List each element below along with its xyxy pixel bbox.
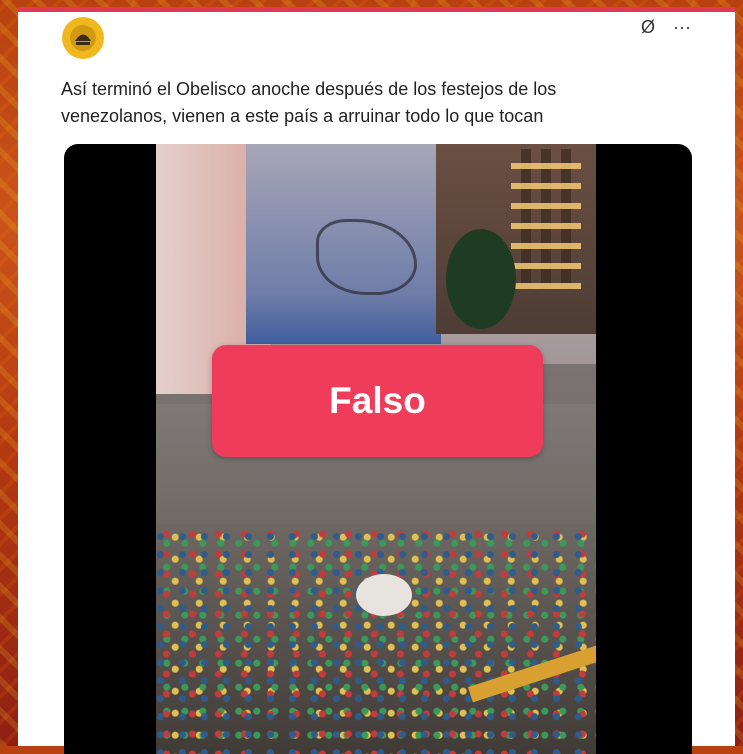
tree	[446, 229, 516, 329]
verdict-badge: Falso	[212, 345, 543, 457]
avatar-emblem-icon	[70, 25, 96, 51]
grok-icon[interactable]: Ø	[641, 17, 655, 37]
trash-pile	[156, 524, 596, 754]
more-options-icon[interactable]: ···	[673, 17, 691, 37]
user-avatar[interactable]	[62, 17, 104, 59]
post-actions: Ø ···	[641, 17, 691, 37]
post-video[interactable]: Falso	[64, 144, 692, 754]
plastic-bag	[356, 574, 412, 616]
post-text: Así terminó el Obelisco anoche después d…	[61, 79, 557, 126]
tweet-card: Ø ··· Así terminó el Obelisco anoche des…	[18, 7, 735, 754]
